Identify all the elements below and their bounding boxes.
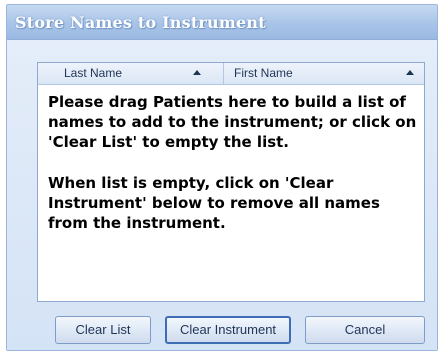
instruction-text: Please drag Patients here to build a lis… (48, 93, 417, 151)
dialog-body: Last Name First Name Please drag Patient… (7, 40, 437, 350)
sort-ascending-icon (193, 70, 201, 75)
sort-ascending-icon (406, 70, 414, 75)
clear-instrument-button[interactable]: Clear Instrument (165, 316, 291, 344)
column-header-last-name[interactable]: Last Name (38, 63, 224, 84)
list-header: Last Name First Name (38, 63, 424, 85)
clear-list-button[interactable]: Clear List (55, 316, 151, 344)
instruction-text: When list is empty, click on 'Clear Inst… (48, 174, 380, 232)
title-bar[interactable]: Store Names to Instrument (7, 5, 437, 40)
names-list[interactable]: Last Name First Name Please drag Patient… (37, 62, 425, 302)
dialog-title: Store Names to Instrument (15, 13, 266, 32)
empty-list-message: Please drag Patients here to build a lis… (48, 92, 420, 254)
button-row: Clear List Clear Instrument Cancel (7, 316, 437, 346)
store-names-dialog: Store Names to Instrument Last Name Firs… (6, 4, 438, 351)
cancel-button[interactable]: Cancel (305, 316, 425, 344)
column-label-first-name: First Name (234, 66, 293, 80)
column-label-last-name: Last Name (64, 66, 123, 80)
column-header-first-name[interactable]: First Name (224, 63, 424, 84)
